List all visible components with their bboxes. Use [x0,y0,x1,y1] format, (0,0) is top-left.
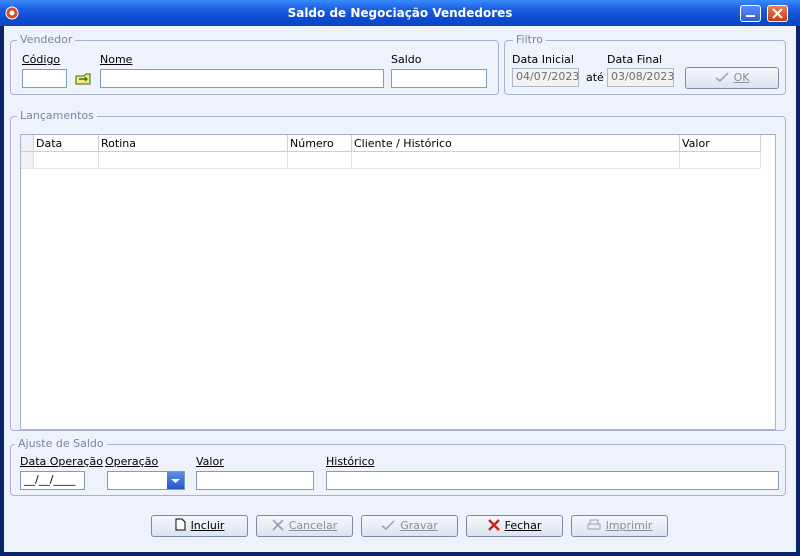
close-icon [772,8,783,19]
table-cell[interactable] [680,152,761,169]
fechar-label: Fechar [504,519,542,532]
check-icon [715,72,729,82]
table-cell[interactable] [34,152,99,169]
historico-input[interactable] [326,471,779,490]
nome-label: Nome [100,53,133,66]
main-window: Saldo de Negociação Vendedores Vendedor … [0,0,800,556]
cancel-icon [272,519,284,531]
imprimir-label: Imprimir [605,519,653,532]
fechar-button[interactable]: Fechar [466,515,563,537]
codigo-input[interactable] [22,69,67,88]
historico-label: Histórico [326,455,375,468]
ok-button[interactable]: OK [685,67,779,89]
gravar-label: Gravar [400,519,438,532]
data-final-input[interactable]: 03/08/2023 [607,68,674,87]
new-document-icon [175,518,186,531]
data-inicial-label: Data Inicial [512,53,574,66]
ok-label: OK [733,71,750,84]
incluir-button[interactable]: Incluir [151,515,248,537]
saldo-label: Saldo [391,53,422,66]
table-cell[interactable] [288,152,352,169]
valor-label: Valor [196,455,224,468]
filtro-legend: Filtro [513,33,546,46]
minimize-button[interactable] [740,5,761,22]
minimize-icon [746,15,755,17]
red-x-icon [487,519,500,531]
col-header-cliente-historico[interactable]: Cliente / Histórico [352,135,680,152]
cancelar-button[interactable]: Cancelar [256,515,353,537]
incluir-label: Incluir [190,519,225,532]
data-operacao-label: Data Operação [20,455,103,468]
operacao-label: Operação [105,455,159,468]
codigo-label: Código [22,53,61,66]
chevron-down-icon [171,479,180,483]
data-final-label: Data Final [607,53,663,66]
lancamentos-legend: Lançamentos [17,109,97,122]
col-header-valor[interactable]: Valor [680,135,761,152]
operacao-select[interactable] [107,471,185,490]
table-row-indicator-header [21,135,34,152]
client-area: Vendedor Código Nome Saldo Filtro Data I… [4,26,796,552]
saldo-input[interactable] [391,69,487,88]
search-vendor-icon[interactable] [75,72,93,86]
table-row-indicator [21,152,34,169]
gravar-button[interactable]: Gravar [361,515,458,537]
window-title: Saldo de Negociação Vendedores [287,6,513,20]
close-button[interactable] [767,5,788,22]
check-icon [381,520,395,530]
printer-icon [587,519,601,530]
col-header-numero[interactable]: Número [288,135,352,152]
lancamentos-table[interactable]: Data Rotina Número Cliente / Histórico V… [20,134,776,430]
title-bar[interactable]: Saldo de Negociação Vendedores [0,0,800,26]
imprimir-button[interactable]: Imprimir [571,515,668,537]
table-cell[interactable] [352,152,680,169]
ate-label: até [586,71,604,84]
ajuste-legend: Ajuste de Saldo [15,437,107,450]
col-header-data[interactable]: Data [34,135,99,152]
cancelar-label: Cancelar [288,519,338,532]
valor-input[interactable] [196,471,314,490]
nome-input[interactable] [100,69,384,88]
data-inicial-input[interactable]: 04/07/2023 [512,68,579,87]
data-operacao-input[interactable]: __/__/____ [20,471,85,490]
col-header-rotina[interactable]: Rotina [99,135,288,152]
table-cell[interactable] [99,152,288,169]
dropdown-arrow-button[interactable] [167,472,184,489]
vendedor-legend: Vendedor [17,33,76,46]
